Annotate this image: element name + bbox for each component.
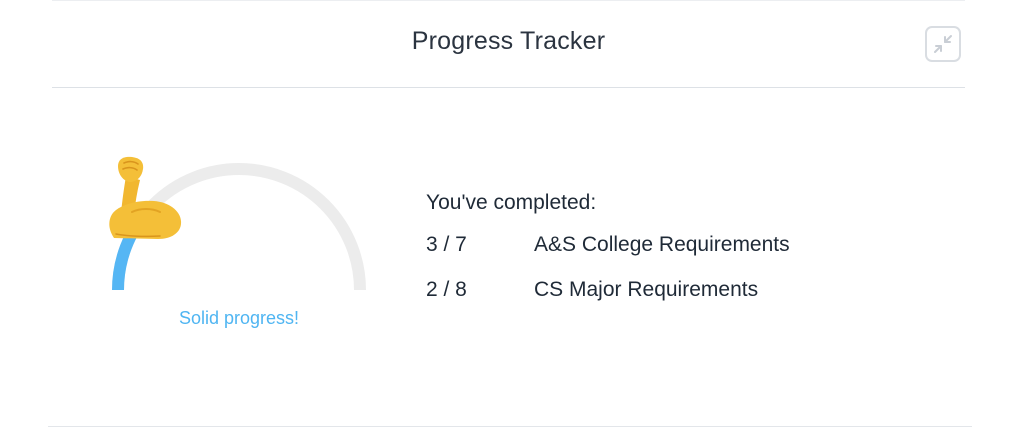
minimize-arrows-icon [934,35,952,53]
requirement-count: 2 / 8 [426,278,467,301]
progress-gauge: Solid progress! [104,154,374,344]
panel-title: Progress Tracker [411,27,606,55]
requirement-row: 3 / 7 A&S College Requirements [426,232,790,258]
requirement-label: CS Major Requirements [534,278,759,301]
flexed-biceps-icon [109,156,182,239]
requirement-row: 2 / 8 CS Major Requirements [426,277,790,303]
requirement-label: A&S College Requirements [534,233,790,256]
panel-header: Progress Tracker [52,0,965,88]
collapse-button[interactable] [925,26,961,62]
requirement-count: 3 / 7 [426,233,467,256]
gauge-caption: Solid progress! [178,308,300,328]
bottom-divider [48,426,972,427]
completion-summary: You've completed: 3 / 7 A&S College Requ… [426,190,790,322]
header-divider [52,87,965,88]
summary-heading: You've completed: [426,191,597,214]
